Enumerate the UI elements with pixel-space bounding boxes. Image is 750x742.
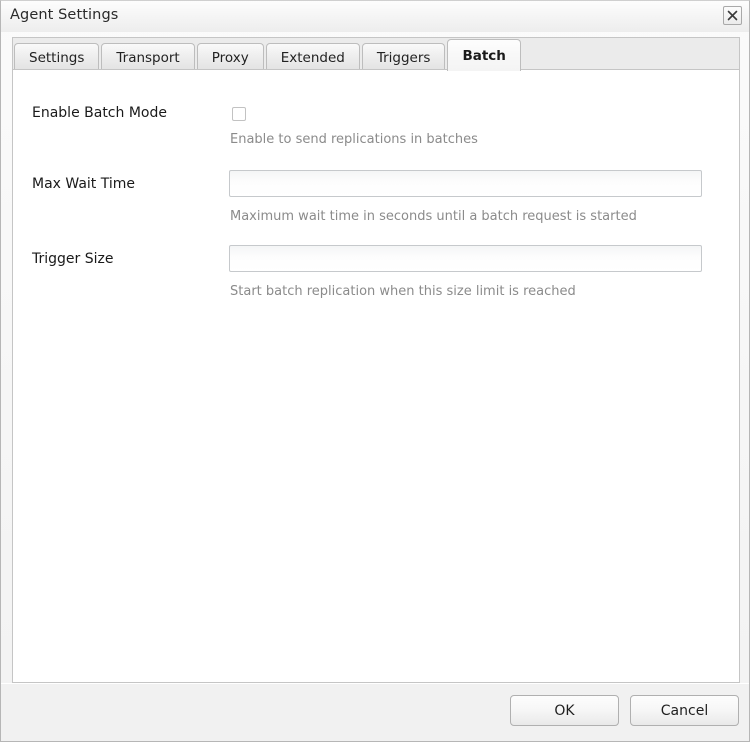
tab-list: Settings Transport Proxy Extended Trigge… bbox=[14, 39, 523, 71]
tab-panel-batch: Enable Batch Mode Enable to send replica… bbox=[12, 69, 740, 683]
tab-strip: Settings Transport Proxy Extended Trigge… bbox=[12, 37, 740, 71]
field-label-trigger-size: Trigger Size bbox=[32, 251, 114, 267]
close-icon[interactable] bbox=[723, 6, 742, 25]
tab-label: Transport bbox=[116, 49, 180, 66]
agent-settings-dialog: Agent Settings Settings Transport Proxy … bbox=[0, 0, 750, 742]
tab-label: Proxy bbox=[211, 49, 249, 66]
field-label-enable-batch-mode: Enable Batch Mode bbox=[32, 105, 167, 121]
field-help-enable-batch-mode: Enable to send replications in batches bbox=[230, 132, 478, 147]
enable-batch-mode-checkbox[interactable] bbox=[232, 107, 246, 121]
panel-inner-highlight bbox=[13, 70, 739, 682]
window-title: Agent Settings bbox=[10, 7, 119, 23]
tab-label: Triggers bbox=[376, 49, 431, 66]
max-wait-time-input[interactable] bbox=[229, 170, 702, 197]
field-label-max-wait-time: Max Wait Time bbox=[32, 176, 136, 192]
tab-proxy[interactable]: Proxy bbox=[196, 43, 264, 71]
tab-transport[interactable]: Transport bbox=[101, 43, 195, 71]
tab-triggers[interactable]: Triggers bbox=[361, 43, 446, 71]
cancel-button[interactable]: Cancel bbox=[630, 695, 739, 726]
field-help-max-wait-time: Maximum wait time in seconds until a bat… bbox=[230, 209, 637, 224]
tab-batch[interactable]: Batch bbox=[447, 39, 521, 71]
tab-label: Extended bbox=[280, 49, 345, 66]
trigger-size-input[interactable] bbox=[229, 245, 702, 272]
title-bar: Agent Settings bbox=[1, 1, 749, 32]
tab-label: Settings bbox=[29, 49, 85, 66]
field-help-trigger-size: Start batch replication when this size l… bbox=[230, 284, 576, 299]
ok-button[interactable]: OK bbox=[510, 695, 619, 726]
tab-settings[interactable]: Settings bbox=[14, 43, 100, 71]
tab-extended[interactable]: Extended bbox=[265, 43, 360, 71]
dialog-footer: OK Cancel bbox=[1, 683, 749, 741]
tab-label: Batch bbox=[462, 47, 506, 64]
